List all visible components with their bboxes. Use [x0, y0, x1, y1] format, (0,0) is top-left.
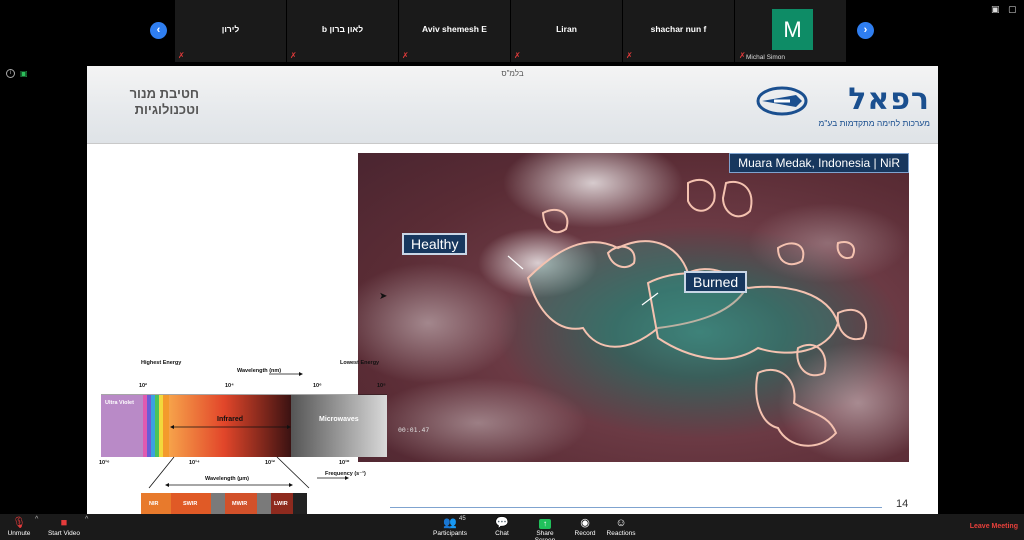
muted-mic-icon: ✗: [402, 51, 409, 60]
participant-name: shachar nun f: [650, 24, 707, 34]
logo-tagline: מערכות לחימה מתקדמות בע"מ: [818, 118, 930, 128]
self-view-tile[interactable]: M ✗ Michal Simon: [735, 0, 847, 62]
reactions-button[interactable]: ☺ Reactions: [606, 516, 636, 537]
zoom-meeting-window: ‹ לירון ✗ b לאון ברון ✗ Aviv shemesh E ✗…: [0, 0, 1024, 540]
burned-area-outlines: [358, 153, 909, 462]
record-icon: ◉: [580, 517, 590, 529]
lock-icon: ▣: [20, 69, 28, 78]
satellite-image: Muara Medak, Indonesia | NiR Healthy Bur…: [358, 153, 909, 462]
video-off-icon: ■: [60, 517, 68, 529]
infrared-label: Infrared: [217, 416, 244, 423]
slide-page-number: 14: [896, 498, 909, 510]
frequency-tick: 10¹²: [265, 460, 275, 466]
slide-title-line1: חטיבת מנור: [129, 86, 199, 101]
muted-mic-icon: ✗: [626, 51, 633, 60]
wavelength-tick: 10²: [139, 383, 147, 389]
reactions-icon: ☺: [615, 517, 627, 529]
band-lwir-label: LWIR: [274, 501, 288, 507]
logo-wordmark: רפאל: [848, 82, 930, 117]
band-swir-label: SWIR: [183, 501, 198, 507]
classification-label: בלמ"ס: [501, 69, 524, 78]
meeting-toolbar: 🎙 Unmute ^ ■ Start Video ^ 👥 Participant…: [0, 514, 1024, 540]
chat-icon: 💬: [495, 517, 509, 529]
avatar: M: [772, 9, 813, 50]
chat-button[interactable]: 💬 Chat: [491, 516, 513, 537]
next-page-arrow-icon[interactable]: ›: [857, 22, 874, 39]
image-location-title: Muara Medak, Indonesia | NiR: [729, 153, 909, 173]
footer-divider: [390, 507, 882, 508]
self-view-name: Michal Simon: [746, 54, 786, 61]
muted-mic-icon: ✗: [178, 51, 185, 60]
wavelength-tick: 10⁸: [377, 383, 386, 389]
audio-options-caret-icon[interactable]: ^: [35, 516, 38, 523]
burned-label: Burned: [684, 271, 748, 293]
previous-page-arrow-icon[interactable]: ‹: [150, 22, 167, 39]
band-nir-label: NIR: [149, 501, 159, 507]
exit-fullscreen-icon[interactable]: ▣: [991, 4, 1000, 15]
frequency-tick: 10¹⁶: [99, 460, 110, 466]
share-screen-icon: ↑: [539, 519, 551, 529]
participant-tile[interactable]: b לאון ברון ✗: [287, 0, 399, 62]
share-screen-button[interactable]: ↑ Share Screen: [526, 516, 564, 540]
rafael-logo: רפאל מערכות לחימה מתקדמות בע"מ: [756, 82, 932, 134]
record-label: Record: [574, 530, 596, 537]
participant-name: לירון: [221, 24, 240, 34]
shared-screen-slide: בלמ"ס חטיבת מנור וטכנולוגיות רפאל מערכות…: [87, 66, 938, 516]
muted-mic-icon: ✗: [290, 51, 297, 60]
unmute-button[interactable]: 🎙 Unmute: [6, 516, 32, 537]
video-timecode: 00:01.47: [398, 426, 430, 434]
wavelength-tick: 10⁶: [313, 383, 322, 389]
electromagnetic-spectrum-diagram: Highest Energy Lowest Energy Wavelength …: [99, 358, 389, 516]
frequency-tick: 10¹⁴: [189, 460, 200, 466]
participant-tile[interactable]: Aviv shemesh E ✗: [399, 0, 511, 62]
muted-mic-icon: ✗: [739, 51, 746, 60]
participant-tile[interactable]: Liran ✗: [511, 0, 623, 62]
view-toggle-icon[interactable]: ▢: [1008, 4, 1017, 15]
participant-name: Liran: [556, 24, 577, 34]
meeting-status-icons: i ▣: [6, 69, 28, 78]
share-screen-label: Share Screen: [535, 530, 556, 540]
leave-meeting-button[interactable]: Leave Meeting: [970, 523, 1018, 530]
participant-tile[interactable]: shachar nun f ✗: [623, 0, 735, 62]
band-mwir-label: MWIR: [232, 501, 248, 507]
participant-name: Aviv shemesh E: [422, 24, 487, 34]
mouse-cursor-icon: ➤: [379, 291, 388, 302]
record-button[interactable]: ◉ Record: [574, 516, 596, 537]
wavelength-tick: 10⁴: [225, 383, 234, 389]
participants-label: Participants: [433, 530, 467, 537]
participant-strip: לירון ✗ b לאון ברון ✗ Aviv shemesh E ✗ L…: [175, 0, 850, 62]
info-icon[interactable]: i: [6, 69, 15, 78]
chat-label: Chat: [495, 530, 509, 537]
start-video-label: Start Video: [47, 530, 81, 537]
healthy-label: Healthy: [402, 233, 468, 255]
participant-tile[interactable]: לירון ✗: [175, 0, 287, 62]
participant-count-badge: 45: [459, 516, 466, 522]
video-options-caret-icon[interactable]: ^: [85, 516, 88, 523]
spectrum-bars: [101, 372, 387, 516]
microwaves-label: Microwaves: [319, 416, 359, 423]
slide-title-line2: וטכנולוגיות: [134, 102, 199, 117]
reactions-label: Reactions: [606, 530, 636, 537]
slide-header: בלמ"ס חטיבת מנור וטכנולוגיות רפאל מערכות…: [87, 66, 938, 144]
ultra-violet-label: Ultra Violet: [105, 400, 134, 406]
slide-title: חטיבת מנור וטכנולוגיות: [109, 86, 199, 118]
unmute-label: Unmute: [7, 530, 31, 537]
participant-name: b לאון ברון: [321, 24, 364, 34]
muted-microphone-icon: 🎙: [12, 517, 26, 529]
frequency-tick: 10¹⁰: [339, 460, 350, 466]
frequency-label: Frequency (s⁻¹): [325, 471, 366, 477]
logo-emblem-icon: [756, 86, 808, 116]
muted-mic-icon: ✗: [514, 51, 521, 60]
wavelength-um-label: Wavelength (µm): [205, 476, 249, 482]
start-video-button[interactable]: ■ Start Video: [46, 516, 82, 537]
